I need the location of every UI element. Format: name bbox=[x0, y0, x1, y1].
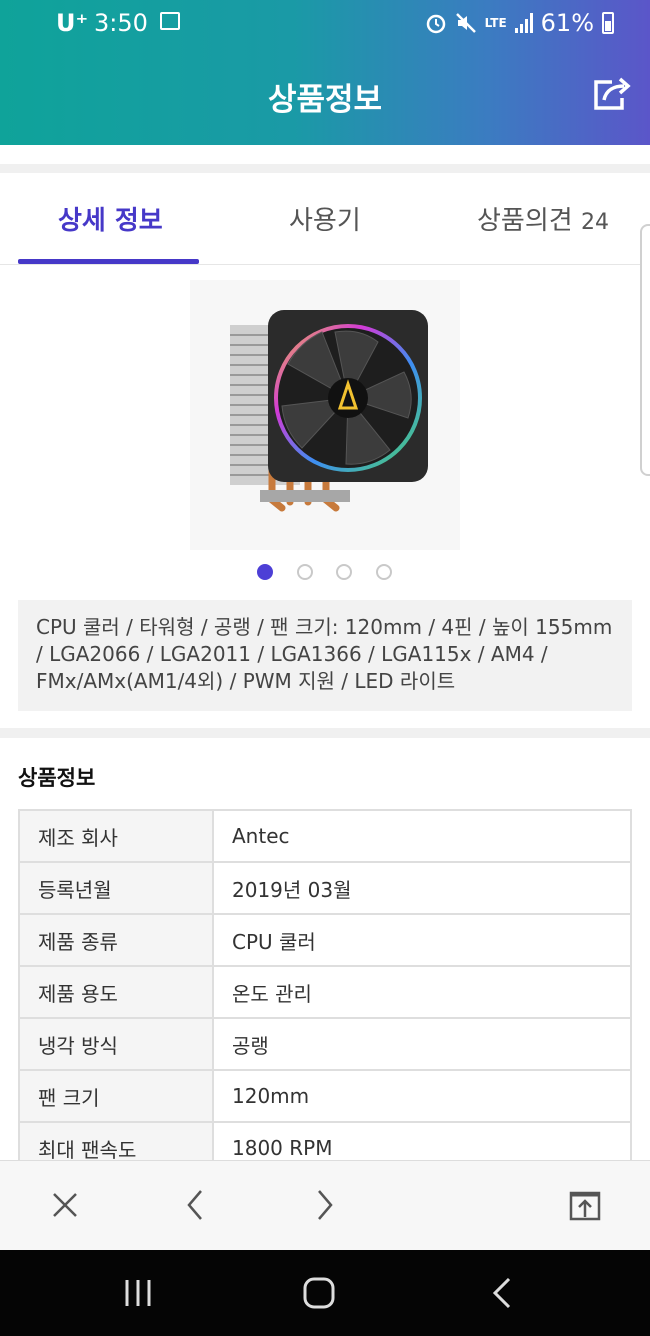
table-row: 제조 회사 Antec bbox=[18, 809, 632, 863]
spec-key: 제품 용도 bbox=[18, 965, 214, 1019]
tab-product-opinions-label: 상품의견 bbox=[477, 206, 573, 236]
product-summary: CPU 쿨러 / 타워형 / 공랭 / 팬 크기: 120mm / 4핀 / 높… bbox=[18, 600, 632, 711]
spec-key: 팬 크기 bbox=[18, 1069, 214, 1123]
home-icon bbox=[303, 1277, 335, 1309]
spec-key: 냉각 방식 bbox=[18, 1017, 214, 1071]
recent-apps-icon bbox=[125, 1280, 151, 1306]
tab-detail-info-label: 상세 정보 bbox=[58, 206, 163, 236]
status-time: 3:50 bbox=[94, 9, 148, 37]
spec-key: 등록년월 bbox=[18, 861, 214, 915]
page-title: 상품정보 bbox=[267, 82, 383, 118]
system-back-icon bbox=[492, 1277, 511, 1309]
table-row: 냉각 방식 공랭 bbox=[18, 1017, 632, 1071]
carousel-dot-3[interactable] bbox=[336, 564, 352, 580]
signal-icon bbox=[514, 13, 533, 33]
carrier-label: U⁺ bbox=[56, 9, 89, 37]
system-nav-bar bbox=[0, 1250, 650, 1336]
table-row: 팬 크기 120mm bbox=[18, 1069, 632, 1123]
carousel-dot-2[interactable] bbox=[297, 564, 313, 580]
table-row: 제품 종류 CPU 쿨러 bbox=[18, 913, 632, 967]
spec-key: 제조 회사 bbox=[18, 809, 214, 863]
carousel-dot-1[interactable] bbox=[257, 564, 273, 580]
section-divider bbox=[0, 728, 650, 738]
spec-value: CPU 쿨러 bbox=[212, 913, 632, 967]
spec-value: 2019년 03월 bbox=[212, 861, 632, 915]
table-row: 등록년월 2019년 03월 bbox=[18, 861, 632, 915]
status-icons: LTE 61% bbox=[425, 9, 614, 37]
close-icon bbox=[53, 1193, 77, 1217]
spec-value: 온도 관리 bbox=[212, 965, 632, 1019]
network-label: LTE bbox=[484, 16, 507, 30]
share-button[interactable] bbox=[588, 74, 634, 114]
cpu-cooler-image bbox=[230, 310, 428, 512]
table-row: 제품 용도 온도 관리 bbox=[18, 965, 632, 1019]
battery-percent: 61% bbox=[540, 9, 594, 37]
share-icon bbox=[594, 77, 631, 110]
tab-divider bbox=[0, 264, 650, 265]
system-back-button[interactable] bbox=[487, 1276, 517, 1314]
close-button[interactable] bbox=[40, 1180, 90, 1230]
recent-apps-button[interactable] bbox=[113, 1276, 163, 1314]
spec-value: Antec bbox=[212, 809, 632, 863]
spec-section-title: 상품정보 bbox=[18, 766, 96, 790]
status-bar: U⁺ 3:50 LTE 61% bbox=[0, 0, 650, 46]
home-button[interactable] bbox=[300, 1274, 340, 1316]
spec-value: 120mm bbox=[212, 1069, 632, 1123]
alarm-icon bbox=[426, 14, 445, 34]
tab-reviews[interactable]: 사용기 bbox=[289, 200, 361, 237]
forward-button[interactable] bbox=[300, 1180, 350, 1230]
spec-key: 제품 종류 bbox=[18, 913, 214, 967]
open-external-icon bbox=[569, 1191, 601, 1221]
product-image[interactable] bbox=[190, 280, 460, 550]
tab-product-opinions[interactable]: 상품의견 24 bbox=[477, 200, 609, 237]
tab-detail-info[interactable]: 상세 정보 bbox=[58, 200, 163, 237]
tab-product-opinions-count: 24 bbox=[580, 210, 609, 235]
carousel-dot-4[interactable] bbox=[376, 564, 392, 580]
spec-value: 공랭 bbox=[212, 1017, 632, 1071]
scroll-handle[interactable] bbox=[640, 224, 650, 476]
mute-icon bbox=[455, 13, 476, 33]
open-external-button[interactable] bbox=[560, 1180, 610, 1230]
battery-icon bbox=[602, 12, 614, 34]
back-button[interactable] bbox=[170, 1180, 220, 1230]
section-divider bbox=[0, 164, 650, 173]
image-notification-icon bbox=[160, 12, 180, 30]
spec-table: 제조 회사 Antec 등록년월 2019년 03월 제품 종류 CPU 쿨러 … bbox=[18, 809, 632, 1175]
tab-reviews-label: 사용기 bbox=[289, 206, 361, 236]
chevron-right-icon bbox=[318, 1190, 333, 1220]
chevron-left-icon bbox=[187, 1190, 202, 1220]
